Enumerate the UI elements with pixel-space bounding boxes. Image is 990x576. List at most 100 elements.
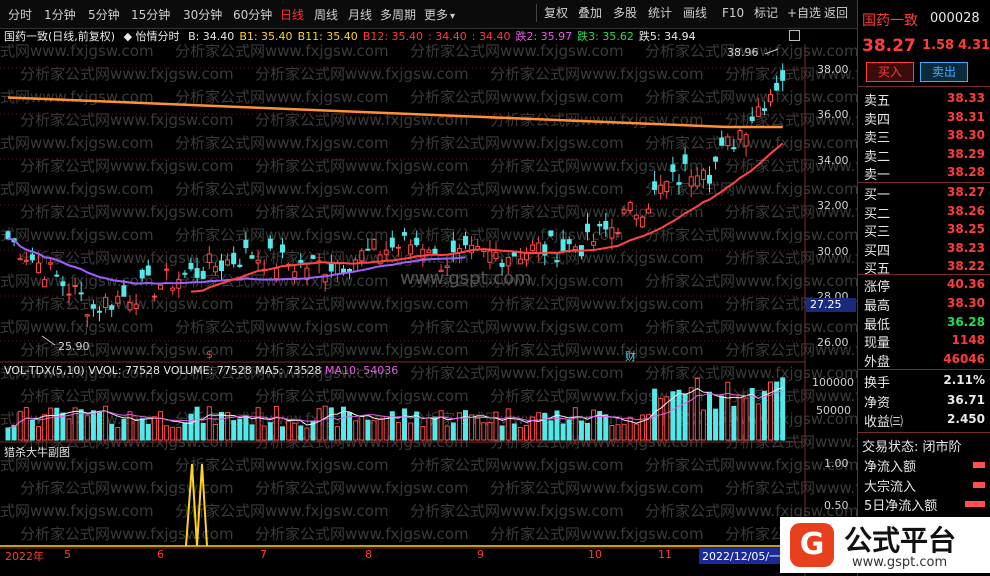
kline-chart-canvas[interactable]: 分析家公式网www.fxjgsw.com 分析家公式网www.fxjgsw.com…	[0, 44, 857, 576]
stat-value: 46046	[943, 352, 985, 367]
date-tick-5: 5	[64, 548, 71, 561]
candle-body	[310, 255, 316, 259]
period-tab-multi[interactable]: 多周期	[380, 6, 416, 23]
watermark-text: 分析家公式网www.fxjgsw.com	[255, 295, 469, 313]
volume-bar	[499, 425, 505, 441]
stat-label: 最低	[864, 317, 891, 333]
candle-body	[609, 227, 615, 239]
candle-body	[151, 295, 157, 298]
period-tab-30min[interactable]: 30分钟	[183, 6, 222, 23]
statistics-button[interactable]: 统计	[648, 4, 672, 22]
f10-button[interactable]: F10	[722, 4, 744, 22]
watermark-text: 分析家公式网www.fxjgsw.com	[175, 180, 389, 198]
volume-bar	[371, 420, 377, 441]
volume-bar	[304, 427, 310, 441]
volume-indicator-title[interactable]: VOL-TDX(5,10)	[4, 364, 85, 377]
restore-rights-button[interactable]: 复权	[544, 4, 568, 22]
period-tab-1min[interactable]: 1分钟	[44, 6, 76, 23]
buy-button[interactable]: 买入	[866, 62, 914, 82]
indicator-name[interactable]: ◆ 怡情分时	[124, 30, 180, 43]
watermark-text: 分析家公式网www.fxjgsw.com	[255, 525, 469, 543]
period-tab-60min[interactable]: 60分钟	[233, 6, 272, 23]
period-tab-fenshi[interactable]: 分时	[8, 6, 32, 23]
candle-body	[158, 284, 163, 290]
period-tab-monthly[interactable]: 月线	[348, 6, 372, 23]
volume-bar	[29, 419, 35, 441]
volume-bar	[633, 423, 639, 441]
volume-bar	[761, 391, 767, 441]
candle-body	[731, 147, 737, 150]
volume-bar	[206, 406, 212, 441]
candle-body	[566, 239, 572, 245]
volume-bar	[493, 411, 499, 441]
volume-bar	[402, 408, 407, 441]
candle-body	[54, 274, 60, 277]
indicator-value: B1: 35.40	[239, 30, 293, 43]
candle-body	[505, 257, 511, 267]
sub-pane-header: 猎杀大牛副图	[4, 444, 70, 460]
candle-body	[639, 216, 645, 228]
period-tab-5min[interactable]: 5分钟	[88, 6, 120, 23]
logo-url: www.gspt.com	[852, 555, 948, 570]
watermark-text: 分析家公式网www.fxjgsw.com	[725, 479, 857, 497]
add-watchlist-button[interactable]: +自选	[787, 4, 821, 22]
indicator-value: B12: 35.40	[362, 30, 424, 43]
candle-body	[633, 214, 639, 220]
draw-line-button[interactable]: 画线	[683, 4, 707, 22]
overlay-button[interactable]: 叠加	[578, 4, 602, 22]
stat2-value: 2.450	[947, 412, 985, 426]
candle-body	[499, 262, 505, 267]
period-tab-weekly[interactable]: 周线	[314, 6, 338, 23]
dividend-marker-icon[interactable]: $	[206, 348, 213, 361]
candle-body	[432, 248, 438, 255]
candle-body	[225, 259, 231, 266]
multi-stock-button[interactable]: 多股	[613, 4, 637, 22]
watermark-text: 分析家公式网www.fxjgsw.com	[20, 387, 234, 405]
watermark-text: 分析家公式网www.fxjgsw.com	[0, 272, 154, 290]
volume-bar	[212, 423, 218, 441]
candle-body	[292, 271, 298, 279]
stat2-value: 36.71	[947, 392, 985, 407]
back-button[interactable]: 返回	[824, 4, 848, 22]
candle-body	[420, 248, 426, 259]
stat2-value: 2.11%	[943, 373, 985, 387]
candle-body	[127, 302, 133, 311]
volume-bar	[755, 403, 761, 441]
volume-bar	[97, 411, 102, 441]
stat-label: 现量	[864, 336, 891, 352]
volume-bar	[542, 412, 548, 441]
ask-value: 38.28	[947, 165, 985, 179]
volume-bar	[237, 418, 243, 441]
candle-body	[719, 137, 725, 146]
candle-body	[182, 272, 188, 275]
period-tab-more[interactable]: 更多 ▾	[424, 6, 455, 23]
candle-body	[463, 235, 468, 246]
candle-body	[517, 258, 523, 265]
date-tick-year: 2022年	[5, 550, 44, 563]
volume-bar	[719, 395, 725, 441]
volume-bar	[334, 426, 340, 441]
sell-button[interactable]: 卖出	[920, 62, 968, 82]
divider	[858, 274, 990, 275]
ask-label: 卖一	[864, 168, 891, 183]
bid-label: 买一	[864, 188, 891, 203]
window-toggle-icon[interactable]	[789, 30, 800, 41]
watermark-text: 分析家公式网www.fxjgsw.com	[175, 502, 389, 520]
candle-body	[200, 270, 206, 279]
volume-bar	[566, 419, 572, 441]
volume-bar	[548, 420, 554, 441]
volume-bar	[359, 415, 365, 441]
period-tab-daily[interactable]: 日线	[280, 6, 304, 23]
candle-body	[487, 250, 493, 263]
mark-button[interactable]: 标记	[754, 4, 778, 22]
flow-label: 5日净流入额	[864, 499, 938, 514]
volume-values: VVOL: 77528 VOLUME: 77528 MA5: 73528 MA1…	[88, 364, 398, 377]
financial-report-marker-icon[interactable]: 财	[625, 348, 636, 364]
sub-indicator-title[interactable]: 猎杀大牛副图	[4, 446, 70, 459]
volume-bar	[158, 411, 163, 441]
watermark-text: 分析家公式网www.fxjgsw.com	[490, 479, 704, 497]
volume-bar	[60, 412, 66, 441]
period-tab-15min[interactable]: 15分钟	[131, 6, 170, 23]
volume-bar	[432, 416, 438, 441]
volume-bar	[66, 418, 72, 441]
